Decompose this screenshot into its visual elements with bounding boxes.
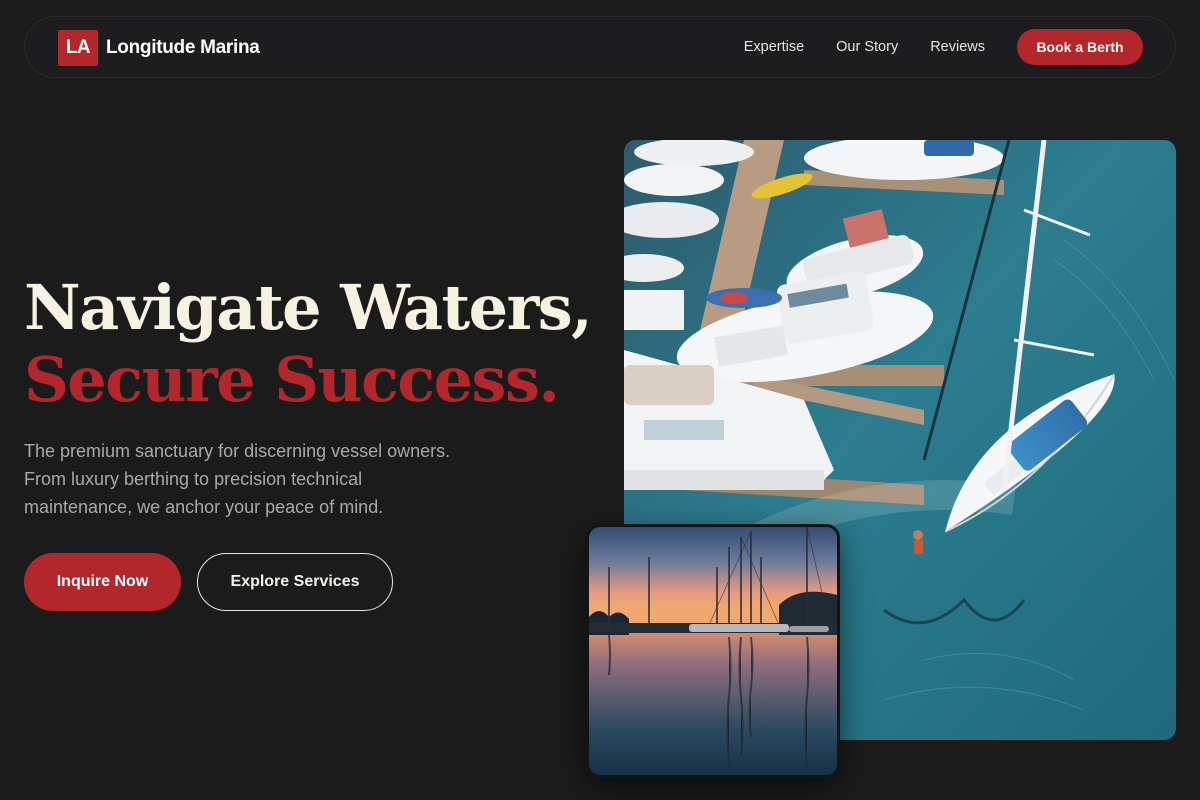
sunset-harbor-photo bbox=[586, 524, 840, 778]
inquire-now-button[interactable]: Inquire Now bbox=[24, 553, 181, 611]
brand[interactable]: LA Longitude Marina bbox=[58, 29, 260, 66]
book-berth-button[interactable]: Book a Berth bbox=[1017, 29, 1143, 65]
headline-line-2: Secure Success. bbox=[24, 343, 560, 416]
brand-logo: LA bbox=[58, 29, 98, 66]
nav-link-reviews[interactable]: Reviews bbox=[930, 39, 985, 55]
top-navbar: LA Longitude Marina Expertise Our Story … bbox=[24, 16, 1176, 78]
nav-links: Expertise Our Story Reviews bbox=[712, 17, 985, 77]
headline-line-1: Navigate Waters, bbox=[24, 271, 593, 344]
hero-headline: Navigate Waters, Secure Success. bbox=[24, 271, 593, 416]
explore-services-button[interactable]: Explore Services bbox=[197, 553, 393, 611]
nav-link-expertise[interactable]: Expertise bbox=[744, 39, 804, 55]
hero-description: The premium sanctuary for discerning ves… bbox=[24, 441, 451, 517]
nav-link-our-story[interactable]: Our Story bbox=[836, 39, 898, 55]
brand-name: Longitude Marina bbox=[106, 36, 260, 58]
